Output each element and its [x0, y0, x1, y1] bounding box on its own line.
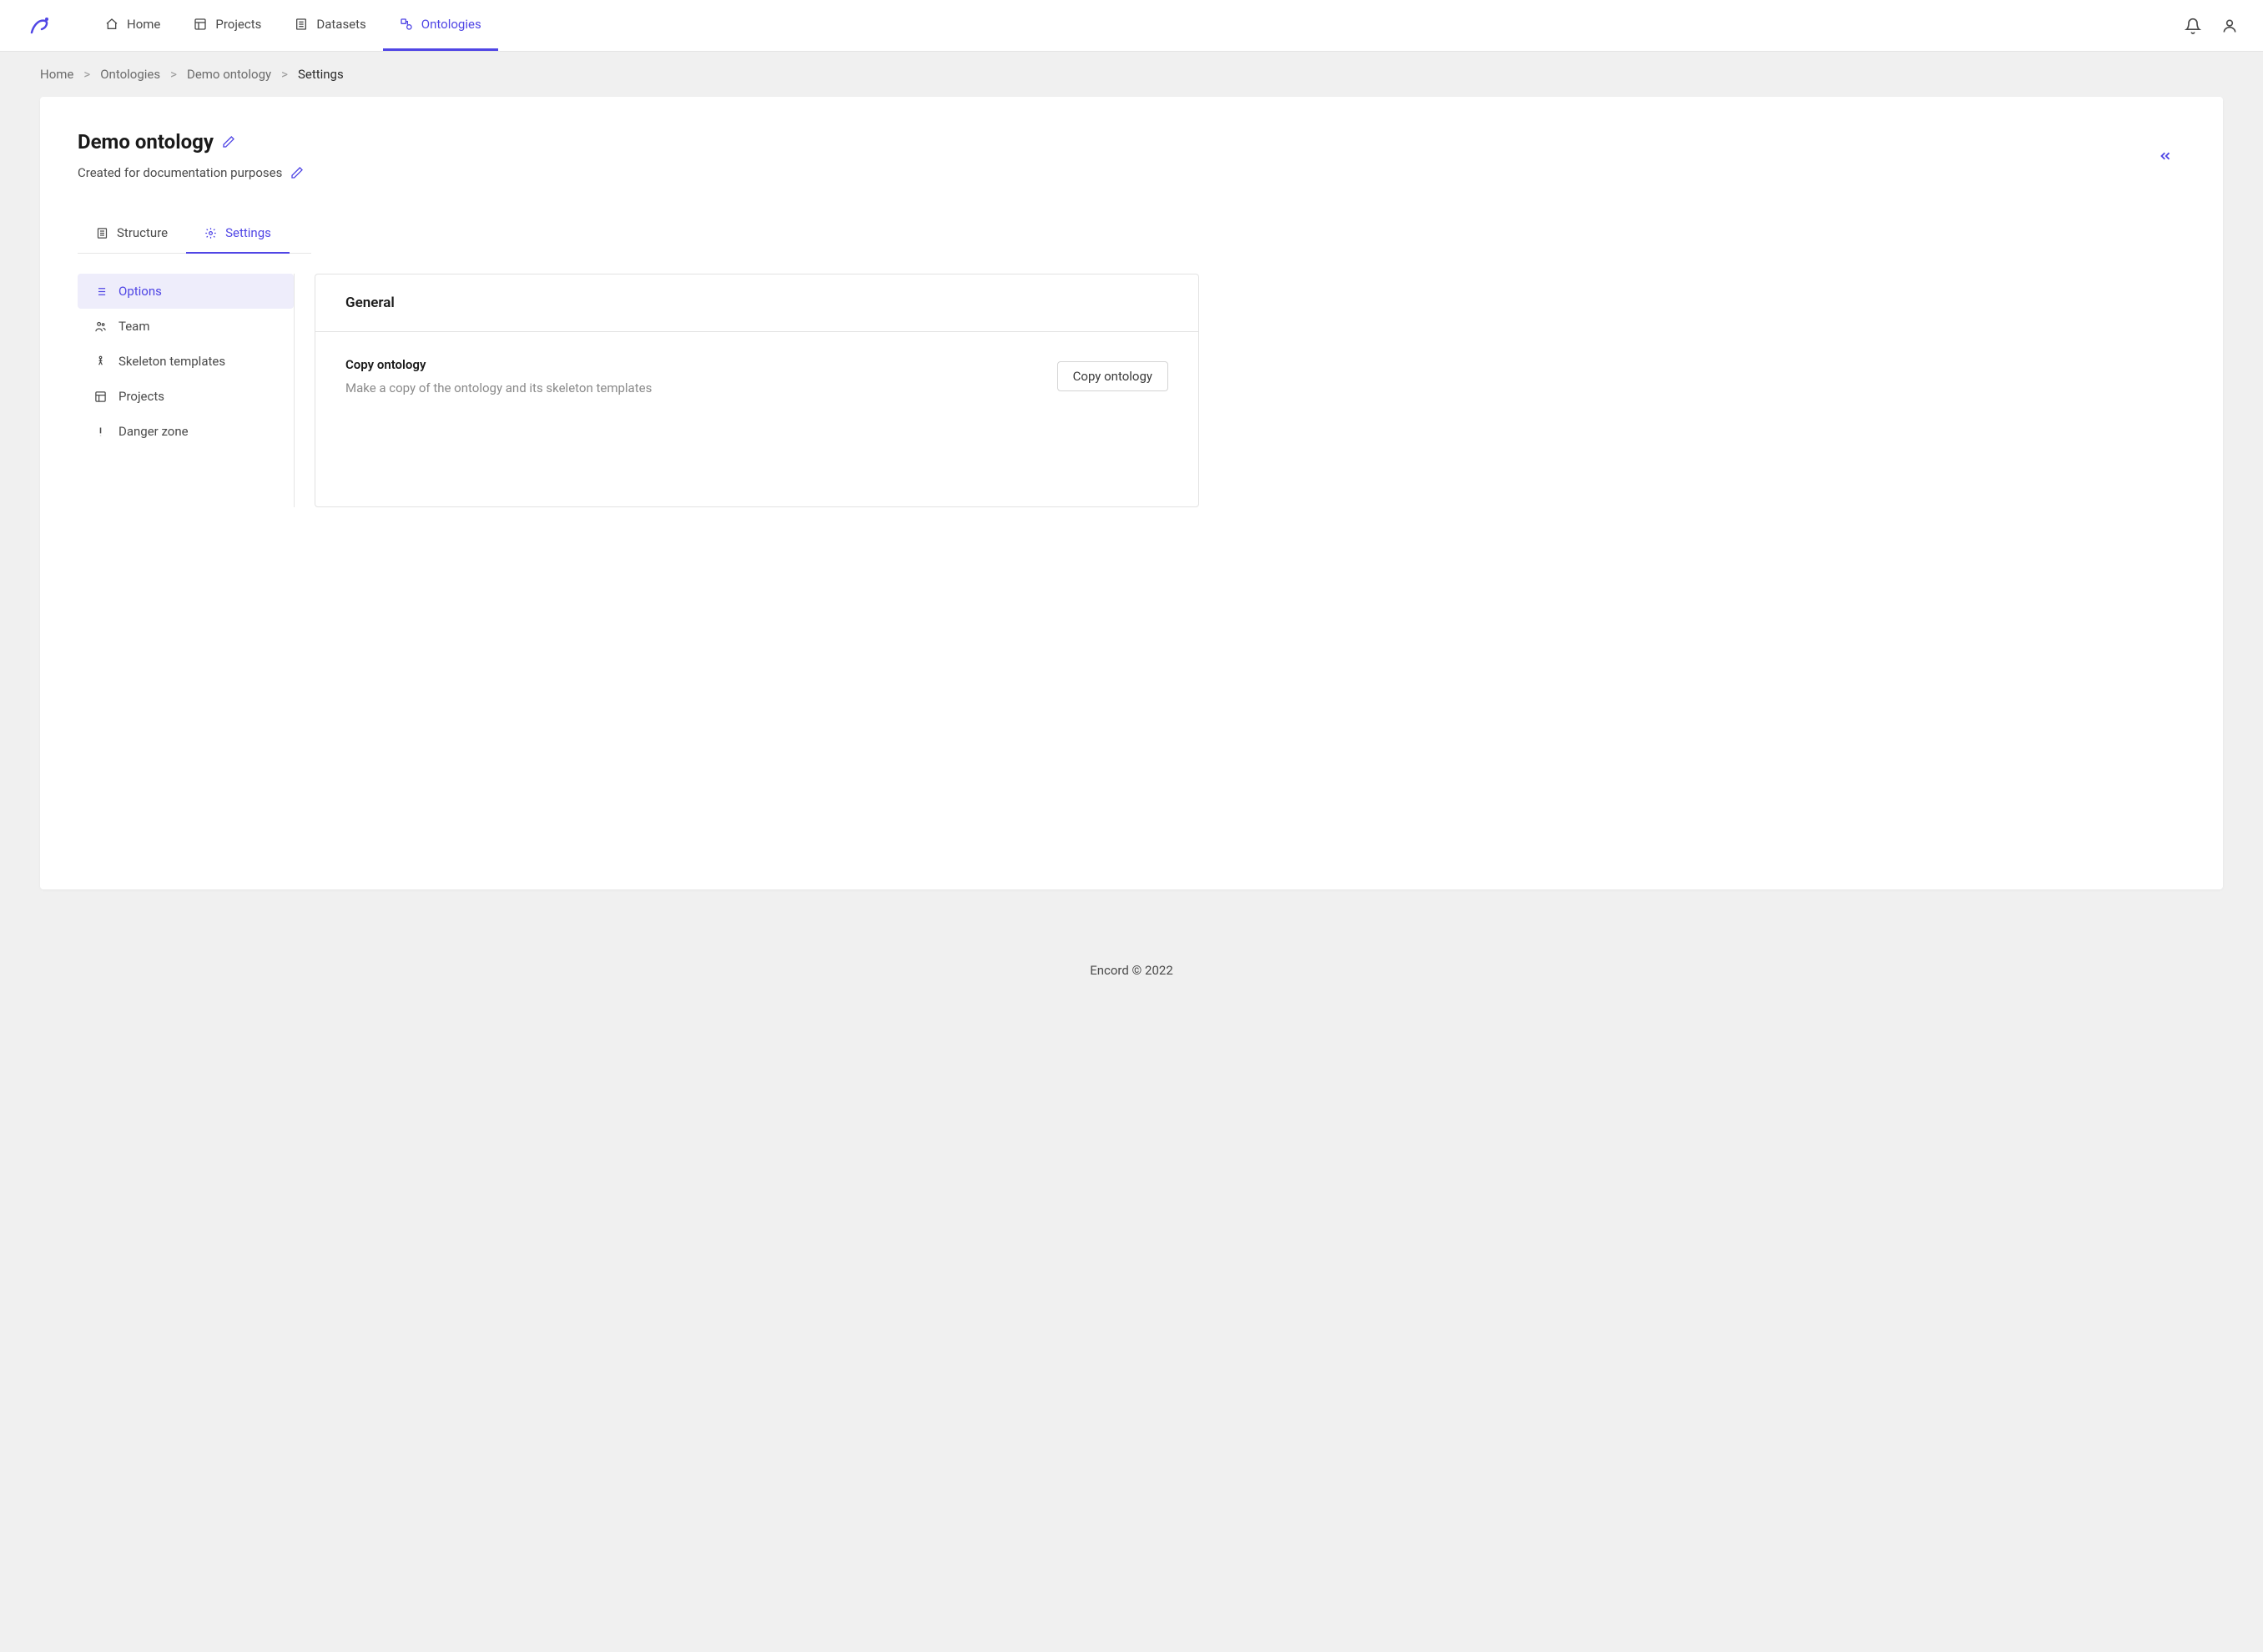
sidebar-item-projects[interactable]: Projects — [78, 379, 294, 414]
panel-content: Copy ontology Make a copy of the ontolog… — [345, 357, 1057, 395]
panel-item-title: Copy ontology — [345, 357, 1057, 372]
sidebar-item-skeleton-templates[interactable]: Skeleton templates — [78, 344, 294, 379]
breadcrumb-settings: Settings — [298, 67, 344, 82]
home-icon — [105, 18, 118, 31]
body-layout: Options Team Skeleton templates Projects — [78, 274, 2185, 507]
edit-subtitle-icon[interactable] — [290, 166, 304, 179]
sidebar-label-danger: Danger zone — [118, 424, 189, 439]
ontologies-icon — [400, 18, 413, 31]
sidebar-item-options[interactable]: Options — [78, 274, 294, 309]
tab-label-settings: Settings — [225, 225, 271, 240]
page-subtitle-row: Created for documentation purposes — [78, 165, 2185, 180]
structure-icon — [96, 227, 108, 239]
panel-header: General — [315, 274, 1198, 332]
sidebar-label-options: Options — [118, 284, 162, 299]
sidebar-item-team[interactable]: Team — [78, 309, 294, 344]
general-panel: General Copy ontology Make a copy of the… — [315, 274, 1199, 507]
copy-ontology-button[interactable]: Copy ontology — [1057, 361, 1168, 391]
panel-body: Copy ontology Make a copy of the ontolog… — [315, 332, 1198, 421]
user-profile-icon[interactable] — [2221, 18, 2238, 34]
nav-item-home[interactable]: Home — [88, 0, 177, 51]
nav-label-datasets: Datasets — [316, 17, 365, 32]
breadcrumb-home[interactable]: Home — [40, 67, 73, 82]
panel-item-desc: Make a copy of the ontology and its skel… — [345, 380, 1057, 395]
nav-item-projects[interactable]: Projects — [177, 0, 278, 51]
top-nav: Home Projects Datasets Ontologies — [0, 0, 2263, 52]
settings-sidebar: Options Team Skeleton templates Projects — [78, 274, 295, 507]
sidebar-label-team: Team — [118, 319, 150, 334]
breadcrumb-ontologies[interactable]: Ontologies — [100, 67, 160, 82]
sidebar-label-skeleton: Skeleton templates — [118, 354, 225, 369]
breadcrumb-separator: > — [170, 67, 177, 82]
footer: Encord © 2022 — [0, 929, 2263, 1028]
warning-exclamation-icon — [94, 426, 107, 438]
page-title: Demo ontology — [78, 130, 214, 154]
nav-item-datasets[interactable]: Datasets — [278, 0, 382, 51]
logo[interactable] — [25, 11, 55, 41]
projects-icon — [194, 18, 207, 31]
nav-items: Home Projects Datasets Ontologies — [88, 0, 2185, 51]
sidebar-label-projects: Projects — [118, 389, 164, 404]
page-subtitle: Created for documentation purposes — [78, 165, 282, 180]
notification-bell-icon[interactable] — [2185, 18, 2201, 34]
options-list-icon — [94, 285, 107, 298]
breadcrumb-demo-ontology[interactable]: Demo ontology — [187, 67, 271, 82]
breadcrumb: Home > Ontologies > Demo ontology > Sett… — [0, 52, 2263, 97]
edit-title-icon[interactable] — [222, 135, 235, 149]
nav-item-ontologies[interactable]: Ontologies — [383, 0, 498, 51]
nav-label-ontologies: Ontologies — [421, 17, 481, 32]
tabs: Structure Settings — [78, 214, 311, 254]
nav-label-projects: Projects — [215, 17, 261, 32]
tab-label-structure: Structure — [117, 225, 168, 240]
breadcrumb-separator: > — [281, 67, 288, 82]
sidebar-item-danger-zone[interactable]: Danger zone — [78, 414, 294, 449]
breadcrumb-separator: > — [83, 67, 90, 82]
tab-settings[interactable]: Settings — [186, 214, 290, 254]
datasets-icon — [295, 18, 308, 31]
skeleton-walk-icon — [94, 355, 107, 368]
content-card: Demo ontology Created for documentation … — [40, 97, 2223, 889]
page-header: Demo ontology Created for documentation … — [78, 130, 2185, 180]
collapse-panel-button[interactable] — [2158, 149, 2173, 167]
chevron-double-left-icon — [2158, 149, 2173, 164]
tab-structure[interactable]: Structure — [78, 214, 186, 254]
settings-gear-icon — [204, 227, 217, 239]
nav-label-home: Home — [127, 17, 160, 32]
nav-right — [2185, 18, 2238, 34]
team-people-icon — [94, 320, 107, 333]
app-logo-icon — [25, 11, 55, 41]
page-title-row: Demo ontology — [78, 130, 2185, 154]
projects-board-icon — [94, 390, 107, 403]
